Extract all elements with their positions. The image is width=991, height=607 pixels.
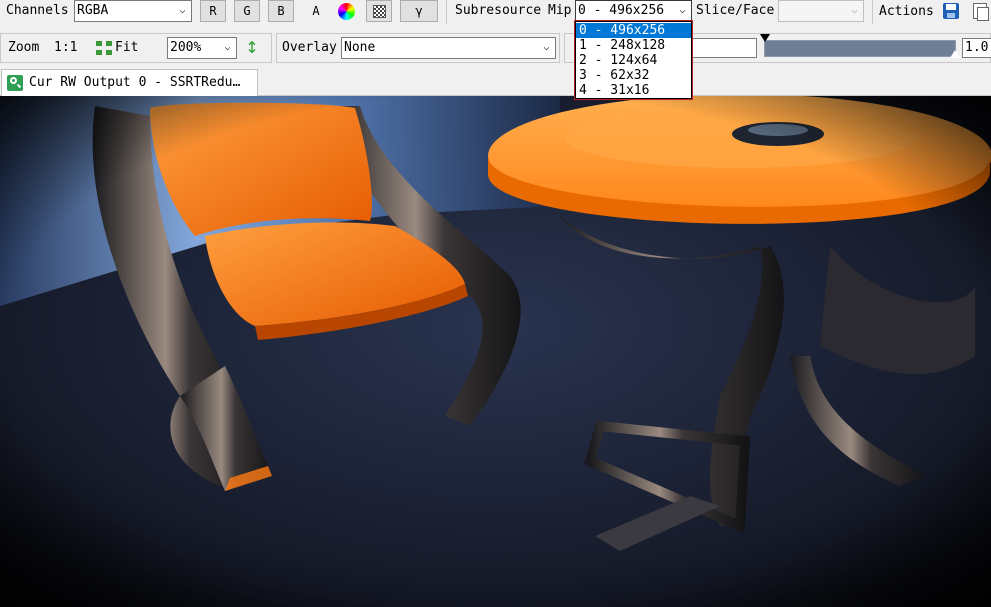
tab-cur-rw-output[interactable]: Cur RW Output 0 - SSRTRedu… [1, 69, 258, 96]
channels-value: RGBA [77, 3, 109, 18]
range-max-handle-icon[interactable] [950, 50, 960, 58]
mip-select[interactable]: 0 - 496x256 ⌵ [575, 0, 692, 22]
mip-value: 0 - 496x256 [578, 3, 665, 18]
gamma-button[interactable]: γ [400, 0, 438, 22]
mip-option[interactable]: 1 - 248x128 [576, 38, 691, 53]
copy-icon-front [977, 7, 989, 21]
checkerboard-icon [373, 5, 386, 18]
chevron-down-icon: ⌵ [679, 5, 686, 16]
subresource-label: Subresource [455, 3, 542, 18]
overlay-label: Overlay [282, 40, 337, 55]
save-icon-label-area [946, 4, 956, 10]
texture-image [0, 96, 991, 607]
texture-viewport[interactable] [0, 96, 991, 607]
color-picker-icon[interactable] [338, 3, 355, 20]
mip-option[interactable]: 4 - 31x16 [576, 83, 691, 98]
chevron-down-icon: ⌵ [224, 42, 231, 53]
range-max-input[interactable]: 1.0 [962, 38, 991, 58]
zoom-value: 200% [170, 40, 202, 55]
red-channel-button[interactable]: R [200, 0, 226, 22]
blue-channel-button[interactable]: B [268, 0, 294, 22]
zoom-1-1-button[interactable]: 1:1 [54, 38, 77, 58]
channels-select[interactable]: RGBA ⌵ [74, 0, 192, 22]
tab-title: Cur RW Output 0 - SSRTRedu… [29, 75, 241, 90]
overlay-select[interactable]: None ⌵ [341, 37, 556, 59]
mip-label: Mip [548, 3, 572, 18]
chevron-down-icon: ⌵ [179, 5, 186, 16]
save-icon[interactable] [943, 3, 959, 19]
actions-label: Actions [879, 4, 934, 19]
slice-face-label: Slice/Face [696, 3, 775, 18]
mip-dropdown-list[interactable]: 0 - 496x256 1 - 248x128 2 - 124x64 3 - 6… [574, 20, 693, 100]
range-slider-track[interactable] [764, 40, 956, 57]
range-max-value: 1.0 [965, 40, 989, 55]
checkerboard-button[interactable] [366, 0, 392, 22]
overlay-value: None [344, 40, 376, 55]
fit-button[interactable]: Fit [115, 38, 138, 58]
save-icon-shutter [947, 13, 955, 18]
green-channel-button[interactable]: G [234, 0, 260, 22]
toolbar-separator [872, 0, 873, 24]
toolbar-separator [446, 0, 447, 24]
fit-icon[interactable] [96, 41, 112, 55]
mip-option[interactable]: 3 - 62x32 [576, 68, 691, 83]
slice-face-select[interactable]: ⌵ [778, 0, 864, 22]
chevron-down-icon: ⌵ [543, 42, 550, 53]
range-min-input[interactable] [690, 38, 757, 58]
chevron-down-icon: ⌵ [851, 5, 858, 16]
flip-vertical-icon[interactable]: ↕ [245, 38, 259, 58]
alpha-channel-toggle[interactable]: A [309, 1, 323, 21]
copy-icon[interactable] [973, 3, 989, 21]
range-min-handle-icon[interactable] [760, 34, 770, 42]
mip-option[interactable]: 0 - 496x256 [576, 23, 691, 38]
mip-option[interactable]: 2 - 124x64 [576, 53, 691, 68]
zoom-label: Zoom [8, 40, 40, 55]
channels-label: Channels [6, 3, 69, 18]
zoom-select[interactable]: 200% ⌵ [167, 37, 237, 59]
texture-viewer-icon [7, 75, 23, 91]
